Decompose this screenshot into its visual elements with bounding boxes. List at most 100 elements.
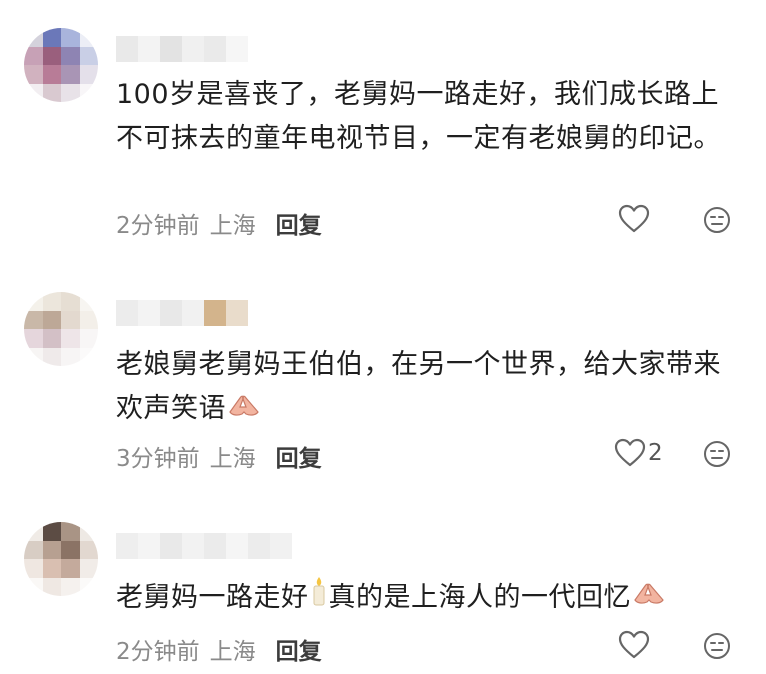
avatar-pixel (24, 540, 43, 559)
comment-meta: 2分钟前 上海 回复 (116, 206, 322, 240)
folded-hands-icon (226, 388, 262, 432)
username-pixel (182, 36, 204, 62)
like-count: 2 (648, 440, 663, 466)
username-pixel (116, 300, 138, 326)
avatar-pixel (79, 577, 98, 596)
username-pixel (182, 300, 204, 326)
avatar-pixel (24, 577, 43, 596)
like-button[interactable] (618, 630, 652, 660)
dislike-button[interactable] (703, 440, 731, 472)
avatar-pixel (42, 347, 61, 366)
username-pixel (116, 533, 138, 559)
avatar-pixel (61, 559, 80, 578)
username-pixel (204, 36, 226, 62)
avatar[interactable] (24, 28, 98, 102)
avatar-pixel (79, 83, 98, 102)
candle-icon (309, 575, 329, 621)
avatar-pixel (61, 65, 80, 84)
avatar-pixel (61, 28, 80, 47)
avatar-pixel (24, 559, 43, 578)
avatar-pixel (24, 292, 43, 311)
avatar-pixel (79, 292, 98, 311)
username-blurred[interactable] (116, 36, 248, 62)
username-pixel (160, 533, 182, 559)
username-pixel (226, 300, 248, 326)
avatar-pixel (42, 522, 61, 541)
avatar-pixel (79, 310, 98, 329)
username-pixel (248, 533, 270, 559)
avatar-pixel (42, 310, 61, 329)
avatar-pixel (61, 522, 80, 541)
avatar-pixel (79, 559, 98, 578)
avatar-pixel (42, 46, 61, 65)
avatar-pixel (79, 347, 98, 366)
username-pixel (226, 36, 248, 62)
avatar-pixel (61, 83, 80, 102)
avatar-pixel (79, 540, 98, 559)
avatar-pixel (24, 28, 43, 47)
avatar-pixel (42, 577, 61, 596)
avatar-pixel (61, 347, 80, 366)
folded-hands-icon (631, 576, 667, 620)
heart-outline-icon (618, 630, 650, 659)
comment-location: 上海 (209, 639, 256, 665)
username-pixel (138, 36, 160, 62)
avatar[interactable] (24, 292, 98, 366)
avatar-pixel (24, 347, 43, 366)
username-pixel (182, 533, 204, 559)
avatar-pixel (42, 559, 61, 578)
reply-button[interactable]: 回复 (276, 632, 322, 666)
neutral-face-icon (704, 207, 730, 233)
avatar[interactable] (24, 522, 98, 596)
avatar-pixel (24, 46, 43, 65)
neutral-face-icon (704, 441, 730, 467)
comment-time: 3分钟前 (116, 446, 200, 472)
reply-button[interactable]: 回复 (276, 206, 322, 240)
comment-time: 2分钟前 (116, 213, 200, 239)
avatar-pixel (24, 83, 43, 102)
username-pixel (138, 300, 160, 326)
username-pixel (226, 533, 248, 559)
heart-outline-icon (618, 204, 650, 233)
avatar-pixel (24, 329, 43, 348)
like-button[interactable] (618, 204, 652, 234)
reply-button[interactable]: 回复 (276, 439, 322, 473)
dislike-button[interactable] (703, 206, 731, 238)
comment-time: 2分钟前 (116, 639, 200, 665)
comment-text: 100岁是喜丧了，老舅妈一路走好，我们成长路上不可抹去的童年电视节目，一定有老娘… (116, 79, 721, 154)
username-pixel (204, 533, 226, 559)
avatar-pixel (61, 292, 80, 311)
username-pixel (160, 36, 182, 62)
avatar-pixel (61, 310, 80, 329)
like-button[interactable]: 2 (614, 438, 663, 468)
avatar-pixel (24, 65, 43, 84)
avatar-pixel (42, 28, 61, 47)
username-blurred[interactable] (116, 300, 248, 326)
avatar-pixel (24, 310, 43, 329)
avatar-pixel (24, 522, 43, 541)
avatar-pixel (79, 28, 98, 47)
username-pixel (160, 300, 182, 326)
avatar-pixel (79, 46, 98, 65)
avatar-pixel (61, 540, 80, 559)
avatar-pixel (61, 329, 80, 348)
comment-text: 老舅妈一路走好 真的是上海人的一代回忆 (116, 575, 736, 621)
avatar-pixel (79, 522, 98, 541)
comment-meta: 3分钟前 上海 回复 (116, 439, 322, 473)
avatar-pixel (42, 65, 61, 84)
neutral-face-icon (704, 633, 730, 659)
comment-location: 上海 (209, 446, 256, 472)
username-pixel (270, 533, 292, 559)
avatar-pixel (42, 83, 61, 102)
avatar-pixel (61, 46, 80, 65)
username-pixel (204, 300, 226, 326)
heart-outline-icon (614, 438, 646, 467)
comment-location: 上海 (209, 213, 256, 239)
username-blurred[interactable] (116, 533, 292, 559)
avatar-pixel (61, 577, 80, 596)
dislike-button[interactable] (703, 632, 731, 664)
avatar-pixel (79, 329, 98, 348)
avatar-pixel (42, 540, 61, 559)
avatar-pixel (79, 65, 98, 84)
comment-text: 老娘舅老舅妈王伯伯，在另一个世界，给大家带来欢声笑语 (116, 343, 736, 432)
